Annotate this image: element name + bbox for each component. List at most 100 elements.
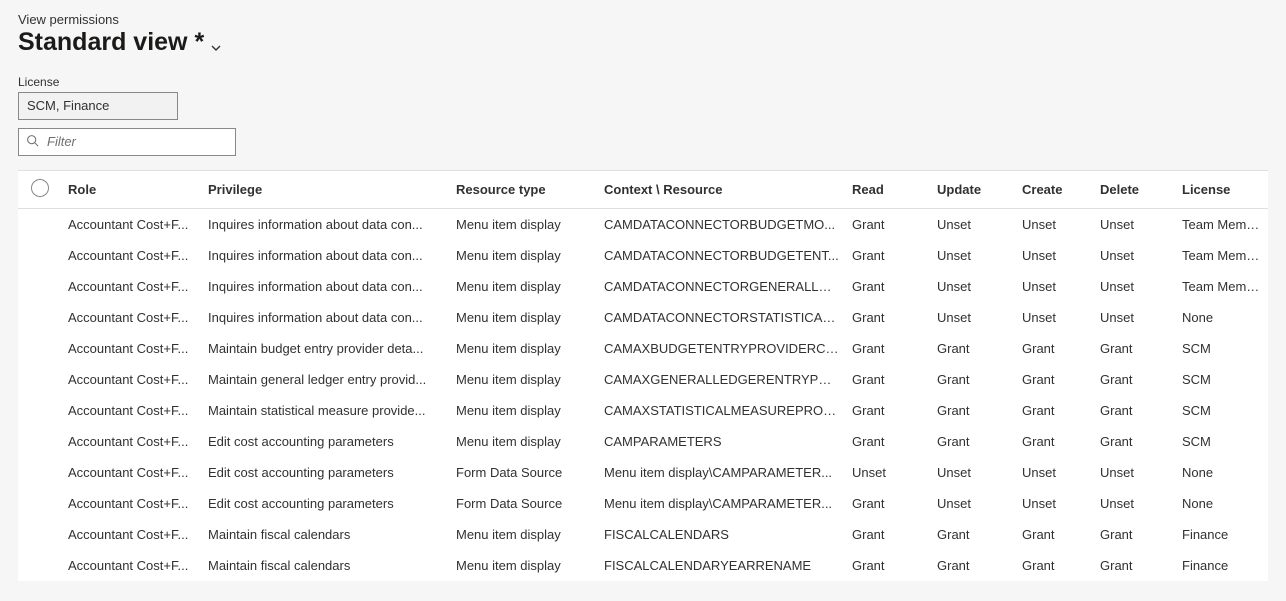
cell-license: SCM	[1176, 333, 1268, 364]
cell-read: Grant	[846, 240, 931, 271]
select-all-header[interactable]	[18, 171, 62, 209]
cell-delete: Unset	[1094, 271, 1176, 302]
circle-check-icon[interactable]	[31, 179, 49, 197]
cell-read: Grant	[846, 271, 931, 302]
view-selector[interactable]: Standard view *	[18, 29, 1268, 57]
cell-role: Accountant Cost+F...	[62, 240, 202, 271]
cell-resource-type: Menu item display	[450, 302, 598, 333]
cell-create: Unset	[1016, 208, 1094, 240]
cell-license: Team Members	[1176, 240, 1268, 271]
col-header-delete[interactable]: Delete	[1094, 171, 1176, 209]
row-select-cell[interactable]	[18, 240, 62, 271]
cell-update: Unset	[931, 302, 1016, 333]
table-row[interactable]: Accountant Cost+F...Maintain fiscal cale…	[18, 519, 1268, 550]
row-select-cell[interactable]	[18, 550, 62, 581]
cell-resource-type: Menu item display	[450, 426, 598, 457]
col-header-license[interactable]: License	[1176, 171, 1268, 209]
cell-update: Grant	[931, 426, 1016, 457]
cell-create: Grant	[1016, 333, 1094, 364]
cell-update: Grant	[931, 333, 1016, 364]
cell-role: Accountant Cost+F...	[62, 364, 202, 395]
cell-resource-type: Menu item display	[450, 550, 598, 581]
row-select-cell[interactable]	[18, 271, 62, 302]
row-select-cell[interactable]	[18, 395, 62, 426]
row-select-cell[interactable]	[18, 457, 62, 488]
cell-privilege: Edit cost accounting parameters	[202, 426, 450, 457]
cell-delete: Grant	[1094, 426, 1176, 457]
row-select-cell[interactable]	[18, 302, 62, 333]
cell-privilege: Maintain statistical measure provide...	[202, 395, 450, 426]
cell-read: Grant	[846, 395, 931, 426]
row-select-cell[interactable]	[18, 333, 62, 364]
table-row[interactable]: Accountant Cost+F...Maintain statistical…	[18, 395, 1268, 426]
cell-read: Grant	[846, 364, 931, 395]
cell-privilege: Edit cost accounting parameters	[202, 457, 450, 488]
cell-context-resource: CAMAXGENERALLEDGERENTRYPRO...	[598, 364, 846, 395]
cell-create: Grant	[1016, 519, 1094, 550]
cell-privilege: Inquires information about data con...	[202, 208, 450, 240]
cell-context-resource: FISCALCALENDARYEARRENAME	[598, 550, 846, 581]
cell-update: Unset	[931, 488, 1016, 519]
cell-license: SCM	[1176, 426, 1268, 457]
cell-role: Accountant Cost+F...	[62, 519, 202, 550]
row-select-cell[interactable]	[18, 519, 62, 550]
row-select-cell[interactable]	[18, 488, 62, 519]
license-input[interactable]	[18, 92, 178, 120]
cell-read: Unset	[846, 457, 931, 488]
table-row[interactable]: Accountant Cost+F...Inquires information…	[18, 240, 1268, 271]
cell-create: Grant	[1016, 364, 1094, 395]
col-header-role[interactable]: Role	[62, 171, 202, 209]
cell-role: Accountant Cost+F...	[62, 550, 202, 581]
cell-privilege: Maintain fiscal calendars	[202, 550, 450, 581]
cell-create: Unset	[1016, 302, 1094, 333]
row-select-cell[interactable]	[18, 426, 62, 457]
col-header-context-resource[interactable]: Context \ Resource	[598, 171, 846, 209]
cell-role: Accountant Cost+F...	[62, 488, 202, 519]
cell-read: Grant	[846, 550, 931, 581]
cell-context-resource: CAMPARAMETERS	[598, 426, 846, 457]
cell-read: Grant	[846, 333, 931, 364]
cell-context-resource: CAMDATACONNECTORGENERALLED...	[598, 271, 846, 302]
cell-delete: Unset	[1094, 208, 1176, 240]
cell-delete: Unset	[1094, 488, 1176, 519]
cell-update: Unset	[931, 240, 1016, 271]
cell-update: Grant	[931, 550, 1016, 581]
cell-resource-type: Form Data Source	[450, 457, 598, 488]
cell-read: Grant	[846, 488, 931, 519]
cell-create: Unset	[1016, 271, 1094, 302]
col-header-create[interactable]: Create	[1016, 171, 1094, 209]
row-select-cell[interactable]	[18, 208, 62, 240]
cell-update: Unset	[931, 271, 1016, 302]
table-row[interactable]: Accountant Cost+F...Edit cost accounting…	[18, 457, 1268, 488]
col-header-resource-type[interactable]: Resource type	[450, 171, 598, 209]
table-row[interactable]: Accountant Cost+F...Maintain general led…	[18, 364, 1268, 395]
col-header-update[interactable]: Update	[931, 171, 1016, 209]
cell-context-resource: FISCALCALENDARS	[598, 519, 846, 550]
table-row[interactable]: Accountant Cost+F...Maintain budget entr…	[18, 333, 1268, 364]
cell-delete: Grant	[1094, 364, 1176, 395]
page-subtitle: View permissions	[18, 12, 1268, 27]
cell-context-resource: Menu item display\CAMPARAMETER...	[598, 488, 846, 519]
cell-create: Grant	[1016, 426, 1094, 457]
col-header-read[interactable]: Read	[846, 171, 931, 209]
filter-input[interactable]	[18, 128, 236, 156]
cell-privilege: Maintain fiscal calendars	[202, 519, 450, 550]
table-row[interactable]: Accountant Cost+F...Inquires information…	[18, 208, 1268, 240]
table-row[interactable]: Accountant Cost+F...Inquires information…	[18, 302, 1268, 333]
table-row[interactable]: Accountant Cost+F...Edit cost accounting…	[18, 426, 1268, 457]
row-select-cell[interactable]	[18, 364, 62, 395]
table-row[interactable]: Accountant Cost+F...Inquires information…	[18, 271, 1268, 302]
license-label: License	[18, 75, 1268, 89]
permissions-table: Role Privilege Resource type Context \ R…	[18, 170, 1268, 581]
cell-privilege: Inquires information about data con...	[202, 240, 450, 271]
cell-license: None	[1176, 457, 1268, 488]
cell-update: Unset	[931, 208, 1016, 240]
cell-context-resource: CAMDATACONNECTORSTATISTICAL...	[598, 302, 846, 333]
cell-read: Grant	[846, 208, 931, 240]
table-row[interactable]: Accountant Cost+F...Maintain fiscal cale…	[18, 550, 1268, 581]
cell-delete: Grant	[1094, 550, 1176, 581]
table-row[interactable]: Accountant Cost+F...Edit cost accounting…	[18, 488, 1268, 519]
col-header-privilege[interactable]: Privilege	[202, 171, 450, 209]
cell-delete: Grant	[1094, 395, 1176, 426]
cell-license: SCM	[1176, 364, 1268, 395]
